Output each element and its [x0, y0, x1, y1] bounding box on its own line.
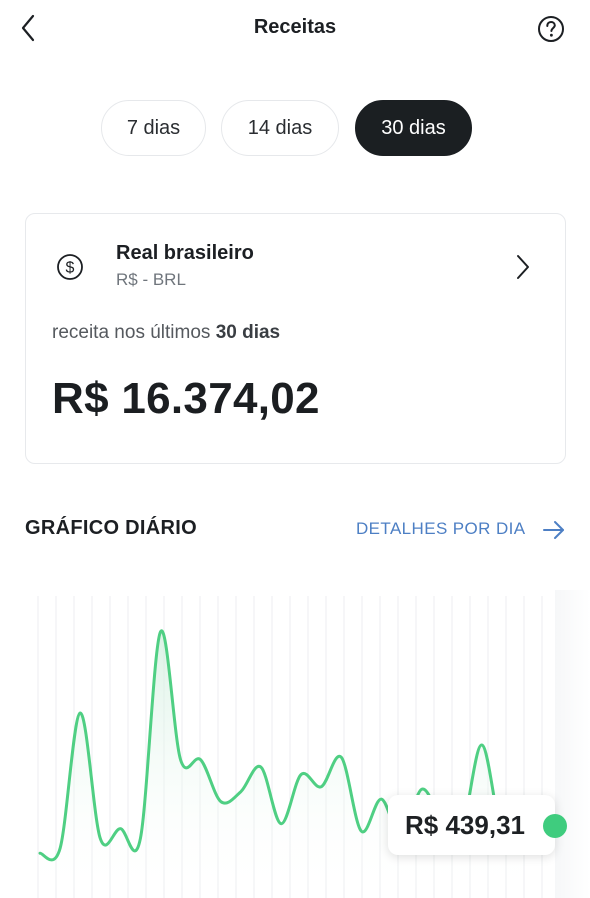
- chart-point-day-9[interactable]: [197, 756, 205, 764]
- chart-point-day-11[interactable]: [237, 788, 245, 796]
- chart-point-day-12[interactable]: [257, 763, 265, 771]
- page-title: Receitas: [253, 16, 337, 38]
- chart-scroll-fade: [555, 590, 590, 898]
- chart-point-day-16[interactable]: [337, 753, 345, 761]
- help-circle-icon: [538, 16, 564, 42]
- chart-point-day-10[interactable]: [217, 798, 225, 806]
- chart-point-day-3[interactable]: [76, 709, 84, 717]
- chart-point-day-4[interactable]: [96, 835, 104, 843]
- chart-point-day-1[interactable]: [36, 849, 44, 857]
- chevron-right-icon: [517, 255, 529, 279]
- currency-code: R$ - BRL: [116, 270, 186, 289]
- currency-name: Real brasileiro: [116, 242, 254, 264]
- top-bar: Receitas: [0, 0, 590, 56]
- arrow-right-icon[interactable]: [541, 518, 567, 542]
- revenue-caption: receita nos últimos 30 dias: [52, 322, 280, 344]
- chart-point-day-6[interactable]: [136, 835, 144, 843]
- chart-point-day-8[interactable]: [177, 756, 185, 764]
- details-by-day-link[interactable]: DETALHES POR DIA: [356, 519, 526, 539]
- chart-point-day-7[interactable]: [157, 628, 165, 636]
- revenue-caption-period: 30 dias: [215, 322, 281, 343]
- daily-chart-title: GRÁFICO DIÁRIO: [25, 517, 197, 539]
- help-button[interactable]: [537, 15, 565, 43]
- revenue-total: R$ 16.374,02: [52, 374, 320, 423]
- revenue-card: $ Real brasileiro R$ - BRL receita nos ú…: [25, 213, 566, 464]
- chart-point-day-13[interactable]: [277, 820, 285, 828]
- tooltip-value: R$ 439,31: [405, 809, 525, 840]
- chart-point-day-15[interactable]: [317, 783, 325, 791]
- chart-point-day-5[interactable]: [116, 825, 124, 833]
- chart-point-day-18[interactable]: [377, 795, 385, 803]
- revenue-caption-prefix: receita nos últimos: [52, 322, 211, 343]
- period-30-days-button[interactable]: 30 dias: [355, 100, 472, 156]
- chart-tooltip: R$ 439,31: [388, 795, 555, 855]
- chart-point-day-23[interactable]: [478, 741, 486, 749]
- tooltip-point-marker: [543, 814, 567, 838]
- chart-point-day-14[interactable]: [297, 771, 305, 779]
- svg-text:$: $: [66, 260, 75, 277]
- period-7-days-button[interactable]: 7 dias: [101, 100, 206, 156]
- chart-point-day-17[interactable]: [357, 827, 365, 835]
- period-14-days-button[interactable]: 14 dias: [221, 100, 339, 156]
- chart-area: [40, 630, 522, 898]
- period-selector: 7 dias 14 dias 30 dias: [0, 100, 590, 156]
- currency-select-button[interactable]: [512, 252, 534, 282]
- chart-point-day-2[interactable]: [56, 844, 64, 852]
- chart-point-day-20[interactable]: [418, 785, 426, 793]
- dollar-circle-icon: $: [57, 254, 83, 280]
